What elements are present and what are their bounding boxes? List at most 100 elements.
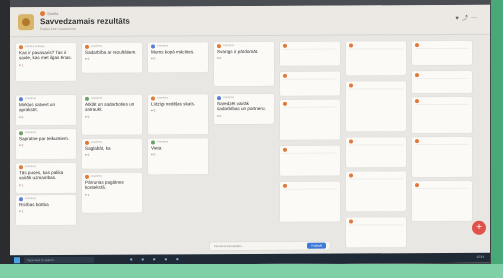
reaction-count: 1 (21, 209, 24, 214)
post-author: Anonīms (151, 140, 205, 145)
post-card[interactable] (412, 70, 472, 94)
post-author (283, 43, 337, 48)
heart-icon[interactable]: ♥ (151, 109, 153, 113)
post-card[interactable] (346, 171, 406, 212)
heart-icon[interactable]: ♥ (85, 153, 87, 157)
post-card[interactable] (346, 41, 406, 76)
post-card[interactable]: Anonīms Pārrunas pagātnes kontekstā. ♥ 1 (82, 172, 142, 213)
reaction-count: 0 (219, 56, 222, 61)
post-card[interactable]: Anonīms Vieta ♥ 0 (148, 138, 208, 175)
post-reactions[interactable]: ♥ 1 (19, 183, 73, 188)
publish-button[interactable]: Publicēt (307, 242, 326, 249)
comment-bar[interactable]: Pievienot komentāru... Publicēt (210, 241, 330, 251)
post-card[interactable] (412, 136, 472, 178)
post-card[interactable] (346, 81, 406, 132)
post-card[interactable] (280, 99, 340, 140)
post-card[interactable]: Anonīms Rīcības būtība ♥ 1 (16, 194, 76, 226)
post-card[interactable] (346, 217, 406, 248)
post-reactions[interactable]: ♥ 0 (217, 56, 271, 61)
heart-icon[interactable]: ♥ (85, 57, 87, 61)
heart-icon[interactable]: ♥ (85, 193, 87, 197)
post-reactions[interactable]: ♥ 0 (217, 114, 271, 119)
post-card[interactable] (280, 41, 340, 66)
post-author: Anonīms (19, 130, 73, 136)
author-avatar (19, 197, 23, 202)
post-reactions[interactable]: ♥ 0 (151, 153, 205, 158)
post-card[interactable]: Anonīms Līdzīgi nedēļas skats. ♥ 0 (148, 94, 208, 135)
heart-icon[interactable]: ♥ (151, 57, 153, 61)
author-avatar (151, 44, 155, 49)
post-reactions[interactable]: ♥ 1 (19, 63, 73, 68)
reaction-count: 0 (87, 114, 90, 119)
post-author (349, 173, 403, 178)
post-card[interactable]: Anonīms Saredzēt vairāk sadarbības un par… (214, 93, 274, 125)
post-reactions[interactable]: ♥ 0 (85, 57, 139, 62)
post-reactions[interactable]: ♥ 0 (19, 115, 73, 120)
post-card[interactable]: Anonīms Sapratne par teikumiem. ♥ 0 (16, 128, 76, 160)
post-text: Saglabāt, ka (85, 145, 111, 151)
author-avatar (415, 43, 419, 48)
heart-icon[interactable]: ♥ (85, 115, 87, 119)
post-author: Kristīne Kalniņa (19, 44, 73, 50)
author-avatar (283, 147, 287, 152)
post-reactions[interactable]: ♥ 1 (85, 192, 139, 197)
post-card[interactable]: Kristīne Kalniņa Kas ir pavasaris? Tas ir… (16, 42, 76, 82)
reaction-count: 0 (87, 57, 90, 62)
post-card[interactable]: Anonīms Mirkļus satvert un aprakstīt. ♥ 0 (16, 94, 76, 126)
reaction-count: 1 (21, 62, 24, 68)
taskbar-search[interactable]: Type here to search (24, 256, 94, 264)
reaction-count: 0 (21, 114, 24, 120)
post-card[interactable]: Anonīms Saglabāt, ka ♥ 0 (82, 138, 142, 169)
post-reactions[interactable]: ♥ 0 (151, 57, 205, 62)
heart-icon[interactable]: ♥ (217, 114, 219, 118)
post-card[interactable] (280, 181, 340, 222)
post-placeholder-lines (349, 224, 403, 229)
post-reactions[interactable]: ♥ 1 (19, 209, 73, 214)
add-post-button[interactable]: + (472, 220, 486, 235)
post-reactions[interactable]: ♥ 0 (151, 109, 205, 114)
author-avatar (217, 96, 221, 101)
post-placeholder-lines (415, 47, 469, 53)
heart-icon[interactable]: ♥ (19, 115, 21, 119)
post-placeholder-lines (415, 187, 469, 193)
heart-icon[interactable]: ♥ (19, 63, 21, 67)
heart-icon[interactable]: ♥ (19, 183, 21, 187)
post-author (349, 139, 403, 144)
taskbar-apps[interactable]: ■ ■ ■ ■ ■ (130, 256, 183, 261)
heart-icon[interactable]: ♥ (217, 57, 219, 61)
author-avatar (349, 219, 353, 224)
post-card[interactable]: Anonīms Svarīgs ir pārdomāt. ♥ 0 (214, 41, 274, 87)
heart-icon[interactable]: ♥ (151, 153, 153, 157)
post-card[interactable]: Anonīms Tās puses, kas palika vairāk uzma… (16, 162, 76, 194)
post-card[interactable] (346, 137, 406, 168)
post-card[interactable] (280, 71, 340, 96)
comment-input[interactable]: Pievienot komentāru... (214, 244, 244, 248)
post-card[interactable]: Anonīms Sadarbība ar rezultātiem. ♥ 0 (82, 42, 142, 73)
post-card[interactable] (280, 145, 340, 176)
post-card[interactable] (412, 96, 472, 134)
author-name: Anonīms (91, 140, 103, 145)
post-author (283, 183, 337, 188)
post-reactions[interactable]: ♥ 0 (85, 153, 139, 158)
post-reactions[interactable]: ♥ 0 (85, 114, 139, 119)
windows-start-icon[interactable] (14, 257, 20, 264)
board-header: Sanita Savvedzamais rezultāts Padlet bez… (10, 4, 490, 38)
post-card[interactable]: Anonīms Atklāt un sadarboties un satraukt… (82, 94, 142, 135)
post-card[interactable] (412, 180, 472, 222)
post-reactions[interactable]: ♥ 0 (19, 143, 73, 148)
owner-name: Sanita (47, 11, 59, 17)
board-logo-icon (18, 14, 34, 31)
heart-icon[interactable]: ♥ (19, 210, 21, 214)
post-placeholder-lines (415, 77, 469, 83)
post-author: Anonīms (151, 96, 205, 101)
header-actions[interactable]: ♥⤴⋯ (455, 13, 480, 22)
author-name: Anonīms (91, 96, 103, 101)
post-card[interactable] (412, 40, 472, 66)
post-author: Anonīms (85, 174, 139, 179)
heart-icon[interactable]: ♥ (19, 144, 21, 148)
more-icon[interactable]: ⋯ (471, 16, 480, 22)
post-text: Līdzīgi nedēļas skats. (151, 101, 196, 107)
author-name: Anonīms (223, 43, 235, 48)
post-card[interactable]: Anonīms Mums kopā mācīties. ♥ 0 (148, 42, 208, 73)
share-icon[interactable]: ⤴ (462, 16, 471, 22)
